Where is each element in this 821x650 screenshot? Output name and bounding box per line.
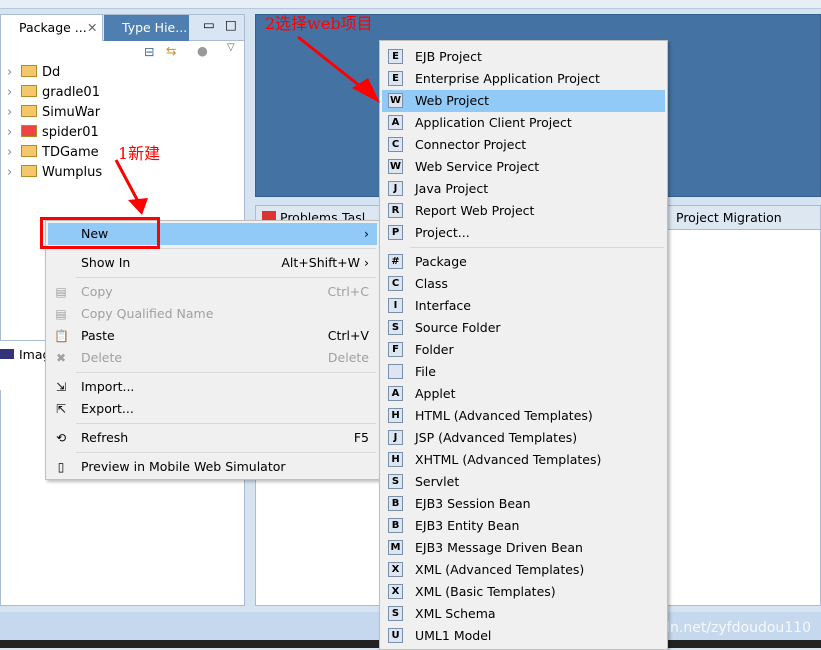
- arrow-1-head: [128, 198, 148, 215]
- annotation-arrows: [114, 35, 380, 215]
- arrow-1: [114, 159, 142, 206]
- arrow-2: [297, 35, 366, 92]
